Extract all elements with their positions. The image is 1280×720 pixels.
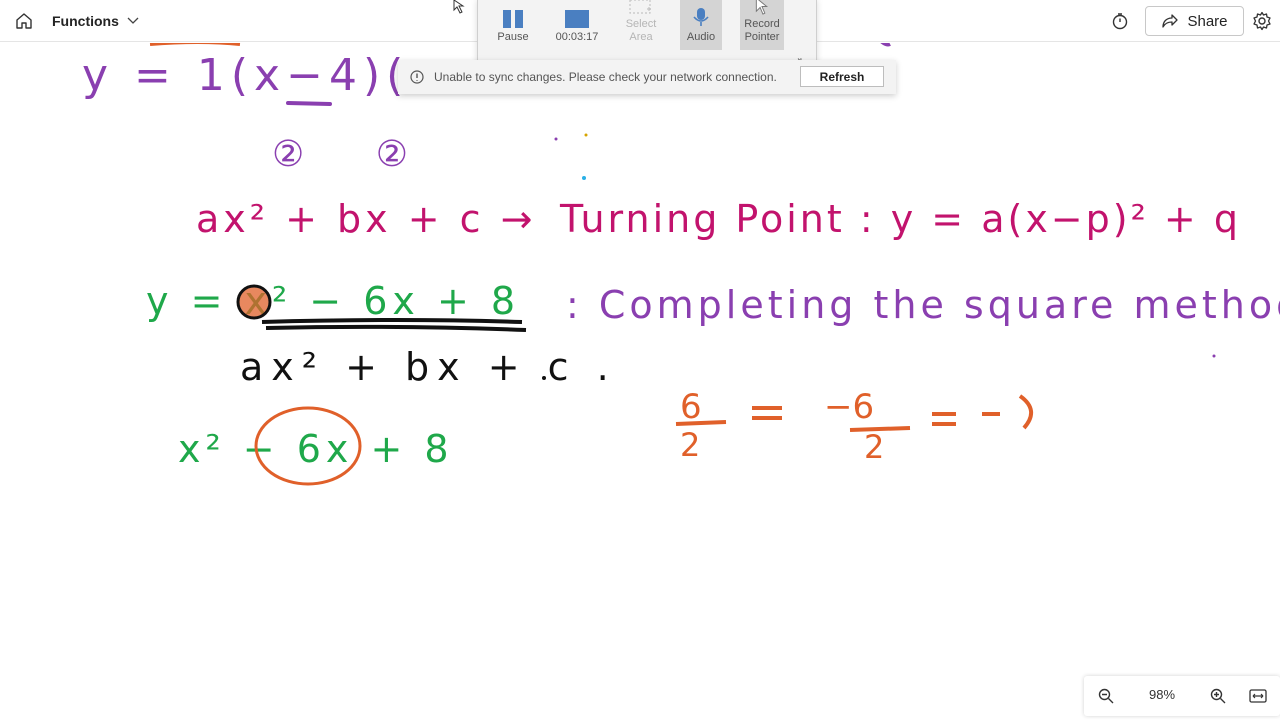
zoom-out-button[interactable] — [1092, 684, 1120, 708]
ink-equals-1 — [752, 406, 782, 420]
stop-icon — [565, 10, 589, 28]
zoom-out-icon — [1098, 688, 1114, 704]
sync-error-notification: Unable to sync changes. Please check you… — [398, 60, 896, 94]
cursor-icon — [755, 0, 769, 15]
ink-stroke-top-fragment-right — [880, 43, 891, 47]
zoom-in-icon — [1210, 688, 1226, 704]
ink-frac2-den: 2 — [864, 428, 884, 466]
audio-label: Audio — [686, 31, 716, 43]
notebook-title-dropdown[interactable]: Functions — [44, 6, 147, 36]
select-area-icon — [629, 0, 651, 14]
sync-error-message: Unable to sync changes. Please check you… — [434, 70, 777, 84]
ink-canvas[interactable]: y = 1(x−4)( ② ② ax² + bx + c → Turning P… — [0, 43, 1280, 720]
gear-icon — [1253, 11, 1271, 31]
stop-button[interactable]: 00:03:17 — [548, 0, 606, 50]
ink-equals-2 — [932, 412, 956, 426]
refresh-button[interactable]: Refresh — [800, 66, 884, 87]
fit-width-icon — [1249, 689, 1267, 703]
share-label: Share — [1187, 12, 1228, 30]
page-title: Functions — [52, 13, 119, 29]
home-icon — [16, 13, 32, 29]
zoom-in-button[interactable] — [1204, 684, 1232, 708]
ink-underline-black — [261, 318, 527, 332]
zoom-level: 98% — [1148, 687, 1176, 702]
ink-line-3-right: Turning Point : y = a(x−p)² + q — [559, 197, 1241, 241]
audio-toggle[interactable]: Audio — [680, 0, 722, 50]
pause-icon — [503, 10, 523, 28]
ink-dot — [542, 376, 546, 380]
ink-minus-3 — [982, 394, 1033, 430]
ink-frac2-num: −6 — [824, 387, 874, 427]
select-area-button[interactable]: Select Area — [612, 0, 670, 50]
ink-dot — [554, 137, 558, 141]
recording-time: 00:03:17 — [555, 31, 599, 43]
share-button[interactable]: Share — [1145, 6, 1244, 36]
ink-line-2: ② ② — [272, 134, 438, 175]
timer-icon — [1112, 13, 1128, 30]
ink-dot — [584, 133, 588, 137]
select-area-label: Select Area — [625, 18, 657, 43]
record-pointer-toggle[interactable]: Record Pointer — [740, 0, 784, 50]
chevron-down-icon — [127, 17, 139, 24]
home-button[interactable] — [8, 6, 40, 36]
ink-line-6: x² − 6x + 8 — [178, 427, 454, 471]
ink-dot — [582, 176, 586, 180]
ink-line-4-right: : Completing the square method — [566, 283, 1280, 327]
ink-dot — [1212, 354, 1216, 358]
ink-line-3-left: ax² + bx + c → — [196, 197, 536, 241]
microphone-icon — [693, 8, 709, 26]
ink-frac1-bar — [675, 420, 727, 426]
pause-label: Pause — [497, 31, 529, 43]
ink-line-5: ax² + bx + c . — [240, 345, 617, 389]
timer-button[interactable] — [1104, 6, 1136, 36]
mouse-cursor-icon — [453, 0, 465, 14]
ink-fraction-expression: 6 2 −6 2 — [675, 387, 1033, 466]
share-icon — [1162, 14, 1179, 28]
ink-frac1-num: 6 — [680, 387, 702, 427]
ink-frac1-den: 2 — [680, 426, 700, 464]
ink-line-1: y = 1(x−4)( — [82, 50, 409, 101]
settings-button[interactable] — [1252, 6, 1280, 36]
fit-width-button[interactable] — [1244, 684, 1272, 708]
zoom-control: 98% — [1084, 676, 1280, 716]
info-icon — [410, 70, 424, 84]
record-pointer-label: Record Pointer — [744, 18, 780, 43]
pause-button[interactable]: Pause — [484, 0, 542, 50]
ink-circle-coefficient — [236, 284, 272, 320]
ink-line-4-left: y = x² − 6x + 8 — [146, 279, 520, 323]
ink-stroke-top-fragment — [149, 43, 241, 46]
ink-underline-4 — [286, 101, 332, 106]
